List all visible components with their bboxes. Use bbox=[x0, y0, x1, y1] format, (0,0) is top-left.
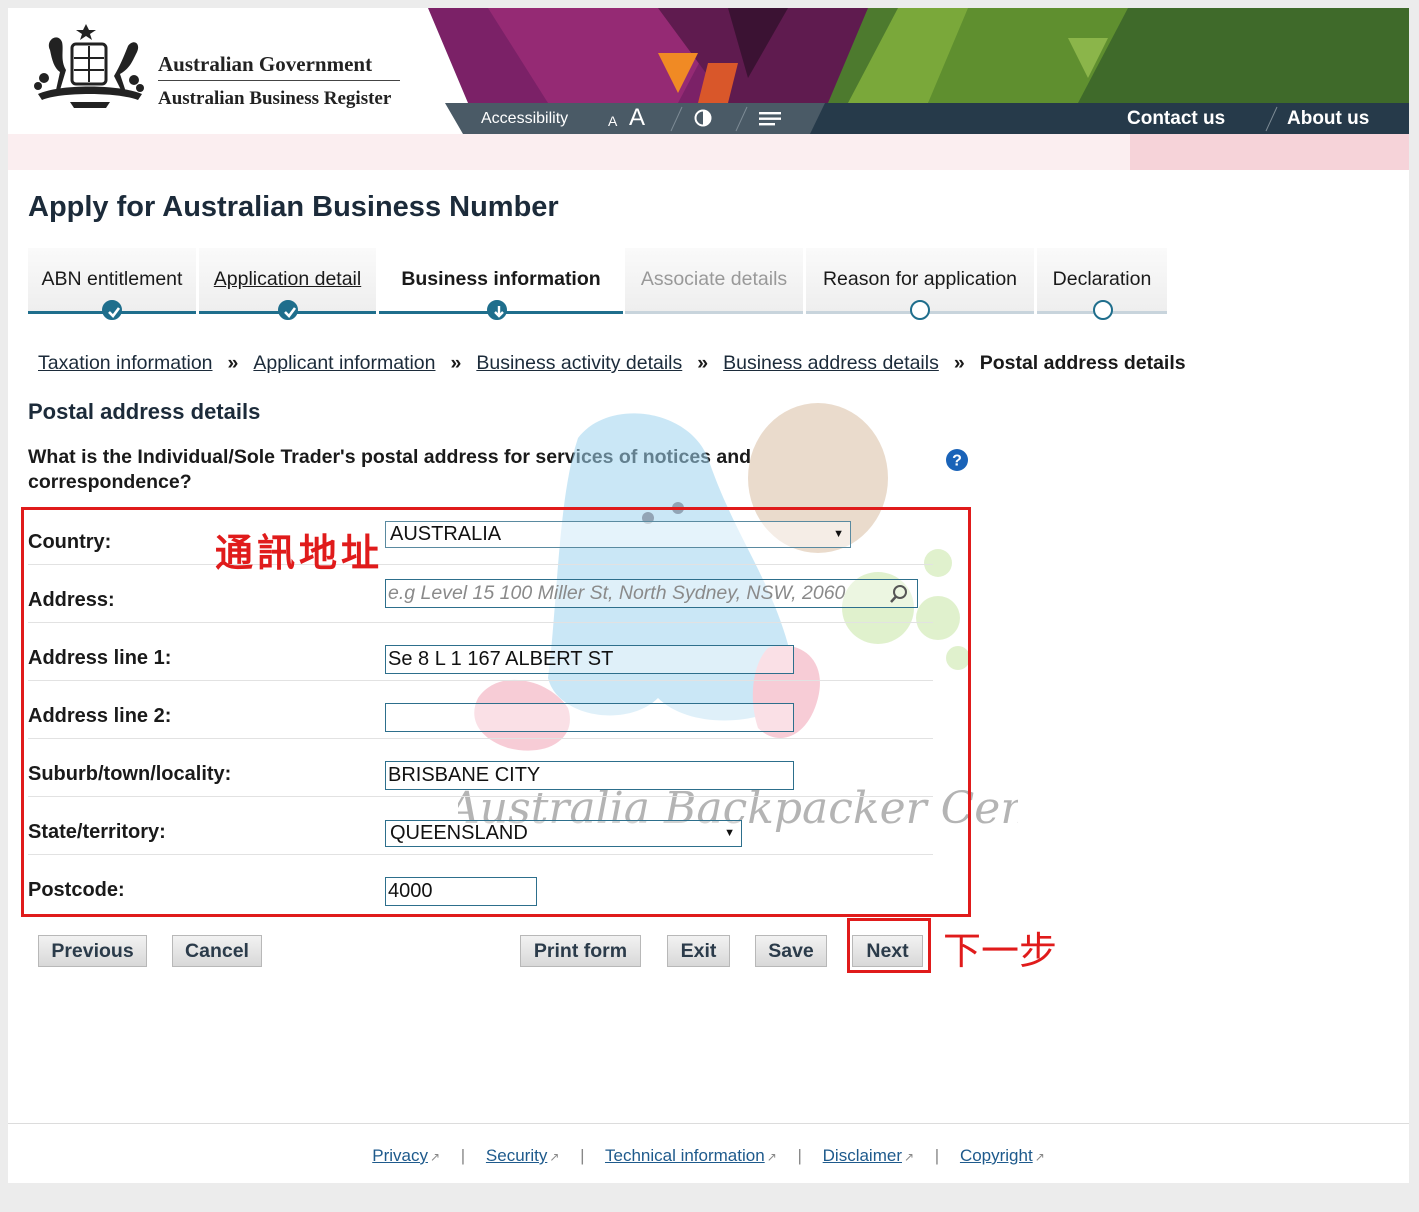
step-current-dot bbox=[487, 300, 507, 320]
step-declaration[interactable]: Declaration bbox=[1037, 248, 1167, 320]
site-header: Australian Government Australian Busines… bbox=[8, 8, 1409, 134]
annotation-form-highlight bbox=[21, 507, 971, 917]
step-label: Business information bbox=[401, 268, 601, 290]
font-size-small-button[interactable]: A bbox=[608, 106, 617, 137]
step-complete-dot bbox=[102, 300, 122, 320]
step-reason-for-application[interactable]: Reason for application bbox=[806, 248, 1034, 320]
step-pending-dot bbox=[910, 300, 930, 320]
question-text: What is the Individual/Sole Trader's pos… bbox=[28, 446, 752, 493]
footer-technical-information-link[interactable]: Technical information bbox=[605, 1146, 765, 1165]
step-associate-details: Associate details bbox=[625, 248, 803, 314]
breadcrumb-current: Postal address details bbox=[979, 352, 1186, 374]
step-label: ABN entitlement bbox=[41, 268, 183, 290]
footer-disclaimer-link[interactable]: Disclaimer bbox=[823, 1146, 902, 1165]
annotation-postal-address: 通訊地址 bbox=[215, 531, 384, 575]
save-button[interactable]: Save bbox=[755, 935, 827, 967]
external-link-icon: ↗ bbox=[903, 1150, 915, 1164]
section-title: Postal address details bbox=[28, 399, 261, 424]
breadcrumb-separator: » bbox=[953, 352, 965, 374]
accessibility-link[interactable]: Accessibility bbox=[481, 103, 568, 134]
step-complete-dot bbox=[278, 300, 298, 320]
crest-logo bbox=[34, 24, 144, 108]
check-icon bbox=[284, 307, 297, 318]
annotation-next-step: 下一步 bbox=[943, 929, 1058, 973]
contrast-icon[interactable] bbox=[694, 109, 712, 127]
breadcrumb-business-address-details[interactable]: Business address details bbox=[723, 352, 939, 374]
footer-separator: | bbox=[797, 1146, 802, 1165]
gov-name: Australian Government bbox=[158, 52, 373, 76]
footer-separator: | bbox=[580, 1146, 585, 1165]
contact-us-link[interactable]: Contact us bbox=[1127, 103, 1225, 134]
menu-icon[interactable] bbox=[759, 112, 781, 126]
step-label: Associate details bbox=[640, 268, 788, 290]
breadcrumb-taxation-information[interactable]: Taxation information bbox=[38, 352, 213, 374]
navbar-background bbox=[445, 103, 1409, 134]
previous-button[interactable]: Previous bbox=[38, 935, 147, 967]
breadcrumb-separator: » bbox=[450, 352, 462, 374]
exit-button[interactable]: Exit bbox=[667, 935, 730, 967]
external-link-icon: ↗ bbox=[1034, 1150, 1045, 1164]
step-application-detail[interactable]: Application detail bbox=[199, 248, 376, 320]
footer: Privacy ↗ | Security ↗ | Technical informa… bbox=[8, 1146, 1409, 1166]
breadcrumb-separator: » bbox=[697, 352, 709, 374]
arrow-down-icon bbox=[494, 306, 504, 318]
external-link-icon: ↗ bbox=[429, 1150, 441, 1164]
footer-divider bbox=[8, 1123, 1409, 1124]
step-label: Application detail bbox=[213, 268, 362, 290]
print-form-button[interactable]: Print form bbox=[520, 935, 641, 967]
step-abn-entitlement[interactable]: ABN entitlement bbox=[28, 248, 196, 320]
step-label: Reason for application bbox=[822, 268, 1018, 290]
site-logo[interactable]: Australian Government Australian Busines… bbox=[30, 18, 410, 118]
utility-nav: Accessibility A A Contact us About us bbox=[445, 103, 1409, 134]
font-size-large-button[interactable]: A bbox=[629, 102, 645, 133]
page-frame: Australian Government Australian Busines… bbox=[8, 8, 1409, 1183]
step-business-information[interactable]: Business information bbox=[379, 248, 623, 320]
breadcrumb-applicant-information[interactable]: Applicant information bbox=[253, 352, 435, 374]
step-pending-dot bbox=[1093, 300, 1113, 320]
check-icon bbox=[108, 307, 121, 318]
footer-separator: | bbox=[460, 1146, 466, 1165]
step-line bbox=[625, 311, 803, 314]
cancel-button[interactable]: Cancel bbox=[172, 935, 262, 967]
breadcrumb: Taxation information » Applicant informati… bbox=[38, 352, 1186, 375]
external-link-icon: ↗ bbox=[549, 1150, 560, 1164]
breadcrumb-separator: » bbox=[227, 352, 239, 374]
svg-text:?: ? bbox=[952, 453, 962, 470]
help-icon[interactable]: ? bbox=[945, 448, 969, 472]
annotation-next-highlight bbox=[847, 918, 931, 973]
footer-separator: | bbox=[934, 1146, 940, 1165]
footer-security-link[interactable]: Security bbox=[486, 1146, 547, 1165]
page-title: Apply for Australian Business Number bbox=[28, 191, 559, 223]
progress-stepper: ABN entitlement Application detail Busin… bbox=[28, 248, 1168, 328]
logo-divider bbox=[158, 80, 400, 81]
step-label: Declaration bbox=[1052, 268, 1152, 290]
breadcrumb-business-activity-details[interactable]: Business activity details bbox=[476, 352, 682, 374]
abr-name: Australian Business Register bbox=[158, 88, 392, 109]
about-us-link[interactable]: About us bbox=[1287, 103, 1369, 134]
external-link-icon: ↗ bbox=[766, 1150, 777, 1164]
header-banner bbox=[428, 8, 1409, 103]
footer-copyright-link[interactable]: Copyright bbox=[960, 1146, 1033, 1165]
header-band-accent bbox=[1130, 134, 1409, 170]
footer-privacy-link[interactable]: Privacy bbox=[372, 1146, 428, 1165]
